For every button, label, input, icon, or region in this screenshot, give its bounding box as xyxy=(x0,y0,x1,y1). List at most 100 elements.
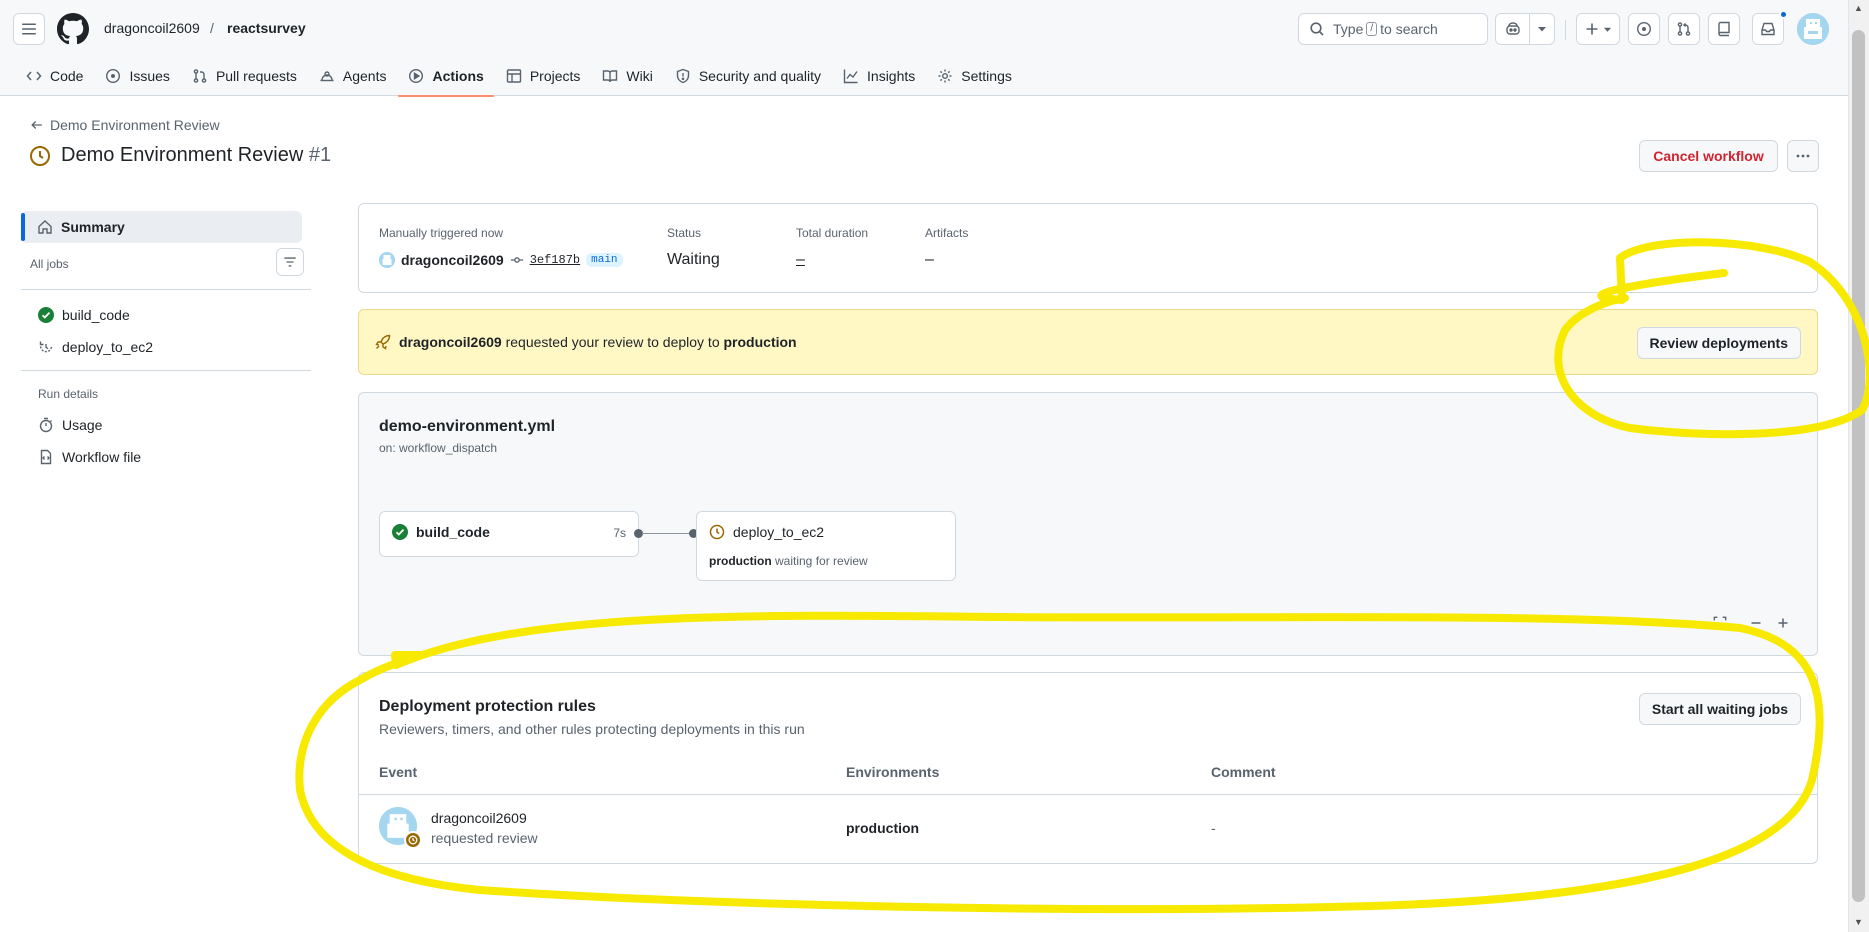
plus-icon xyxy=(1586,23,1597,35)
repo-owner-link[interactable]: dragoncoil2609 xyxy=(104,20,200,36)
copilot-dropdown-caret-icon[interactable] xyxy=(1530,24,1554,34)
tab-insights[interactable]: Insights xyxy=(833,56,925,96)
sidebar-job-deploy-to-ec2[interactable]: deploy_to_ec2 xyxy=(38,339,153,355)
graph-icon xyxy=(843,69,858,84)
issues-shortcut-button[interactable] xyxy=(1628,13,1660,45)
tab-wiki[interactable]: Wiki xyxy=(592,56,662,96)
sidebar-item-usage[interactable]: Usage xyxy=(38,417,102,433)
graph-job-build-code[interactable]: build_code 7s xyxy=(379,511,639,557)
status-value: Waiting xyxy=(667,251,720,268)
pull-requests-shortcut-button[interactable] xyxy=(1668,13,1700,45)
repo-icon xyxy=(1718,21,1730,37)
code-icon xyxy=(26,71,42,81)
create-new-button[interactable] xyxy=(1576,13,1620,45)
header-top-bar: dragoncoil2609 / reactsurvey Type / to s… xyxy=(0,0,1848,56)
job-name-label: build_code xyxy=(416,524,490,540)
play-icon xyxy=(409,68,424,84)
workflow-file-name: demo-environment.yml xyxy=(379,418,556,435)
filter-icon xyxy=(284,257,296,267)
review-request-middle: requested your review to deploy to xyxy=(505,334,720,350)
filter-jobs-button[interactable] xyxy=(276,248,304,276)
inbox-icon xyxy=(1761,22,1775,36)
tab-pull-requests[interactable]: Pull requests xyxy=(182,56,307,96)
tab-code-label: Code xyxy=(50,68,84,84)
breadcrumb-separator: / xyxy=(210,20,214,36)
clock-icon xyxy=(709,524,725,540)
sidebar-divider xyxy=(21,289,311,290)
job-environment: production xyxy=(709,554,772,568)
sidebar-job-label: build_code xyxy=(62,307,130,323)
branch-label[interactable]: main xyxy=(586,253,623,267)
zoom-out-button[interactable] xyxy=(1743,611,1769,635)
search-input[interactable]: Type / to search xyxy=(1298,13,1488,45)
book-icon xyxy=(603,70,618,83)
review-request-text: dragoncoil2609 requested your review to … xyxy=(399,334,797,350)
table-icon xyxy=(506,69,522,83)
screen-full-icon xyxy=(1713,616,1727,630)
review-deployments-button[interactable]: Review deployments xyxy=(1636,327,1801,359)
tab-settings[interactable]: Settings xyxy=(927,56,1022,96)
tab-agents-label: Agents xyxy=(342,68,387,84)
back-link-label: Demo Environment Review xyxy=(50,117,220,133)
run-details-heading: Run details xyxy=(38,387,99,401)
tab-projects[interactable]: Projects xyxy=(496,56,591,96)
start-all-waiting-jobs-button[interactable]: Start all waiting jobs xyxy=(1638,693,1801,725)
artifacts-label: Artifacts xyxy=(925,226,969,240)
user-avatar[interactable] xyxy=(1797,13,1829,45)
graph-job-deploy-to-ec2[interactable]: deploy_to_ec2 production waiting for rev… xyxy=(696,511,956,581)
tab-code[interactable]: Code xyxy=(16,56,93,96)
scroll-down-arrow-icon[interactable]: ▼ xyxy=(1852,916,1865,928)
tab-pull-requests-label: Pull requests xyxy=(215,68,297,84)
job-note: waiting for review xyxy=(775,554,868,568)
fullscreen-button[interactable] xyxy=(1707,611,1733,635)
sidebar-job-build-code[interactable]: build_code xyxy=(38,307,130,323)
github-logo-icon[interactable] xyxy=(57,13,89,45)
status-label: Status xyxy=(667,226,702,240)
scrollbar-thumb[interactable] xyxy=(1852,30,1865,902)
actor-link[interactable]: dragoncoil2609 xyxy=(401,252,504,268)
tab-settings-label: Settings xyxy=(961,68,1012,84)
notifications-button[interactable] xyxy=(1752,13,1784,45)
tab-actions-label: Actions xyxy=(432,68,484,84)
actor-avatar[interactable] xyxy=(379,252,395,268)
hamburger-icon xyxy=(22,23,36,35)
review-requester[interactable]: dragoncoil2609 xyxy=(399,334,502,350)
sidebar-summary-label: Summary xyxy=(61,219,125,235)
back-to-workflow-link[interactable]: Demo Environment Review xyxy=(30,117,220,133)
total-duration-label: Total duration xyxy=(796,226,869,240)
zoom-in-button[interactable] xyxy=(1770,611,1796,635)
sidebar-item-summary[interactable]: Summary xyxy=(21,211,302,243)
chevron-down-icon xyxy=(1603,27,1611,32)
sidebar-item-workflow-file[interactable]: Workflow file xyxy=(38,449,141,465)
deployment-protection-rules: Deployment protection rules Reviewers, t… xyxy=(358,672,1818,864)
more-options-button[interactable] xyxy=(1787,140,1819,172)
copilot-icon[interactable] xyxy=(1496,14,1530,44)
tab-security-label: Security and quality xyxy=(698,68,822,84)
menu-button[interactable] xyxy=(13,13,45,45)
total-duration-value[interactable]: – xyxy=(796,251,805,269)
sidebar-workflow-file-label: Workflow file xyxy=(62,449,142,465)
workflow-graph: demo-environment.yml on: workflow_dispat… xyxy=(358,392,1818,656)
tab-issues[interactable]: Issues xyxy=(95,56,179,96)
tab-actions[interactable]: Actions xyxy=(398,56,495,97)
scroll-up-arrow-icon[interactable]: ▲ xyxy=(1852,2,1865,14)
review-request-banner: dragoncoil2609 requested your review to … xyxy=(358,309,1818,375)
artifacts-value: – xyxy=(925,251,934,268)
event-user-link[interactable]: dragoncoil2609 xyxy=(431,810,527,826)
cancel-workflow-button[interactable]: Cancel workflow xyxy=(1639,140,1778,172)
tab-security[interactable]: Security and quality xyxy=(665,56,831,96)
run-title-text: Demo Environment Review xyxy=(61,144,304,166)
column-header-comment: Comment xyxy=(1211,764,1276,780)
copilot-button[interactable] xyxy=(1495,13,1555,45)
repositories-shortcut-button[interactable] xyxy=(1708,13,1740,45)
tab-agents[interactable]: Agents xyxy=(309,56,397,96)
job-waiting-note: production waiting for review xyxy=(709,554,868,568)
repo-name-link[interactable]: reactsurvey xyxy=(227,20,306,36)
clock-status-icon xyxy=(30,145,50,166)
rules-subtitle: Reviewers, timers, and other rules prote… xyxy=(379,721,805,737)
all-jobs-heading: All jobs xyxy=(30,257,69,271)
arrow-left-icon xyxy=(31,121,42,129)
commit-sha-link[interactable]: 3ef187b xyxy=(530,253,580,267)
tab-insights-label: Insights xyxy=(867,68,916,84)
search-placeholder-prefix: Type xyxy=(1333,21,1364,37)
